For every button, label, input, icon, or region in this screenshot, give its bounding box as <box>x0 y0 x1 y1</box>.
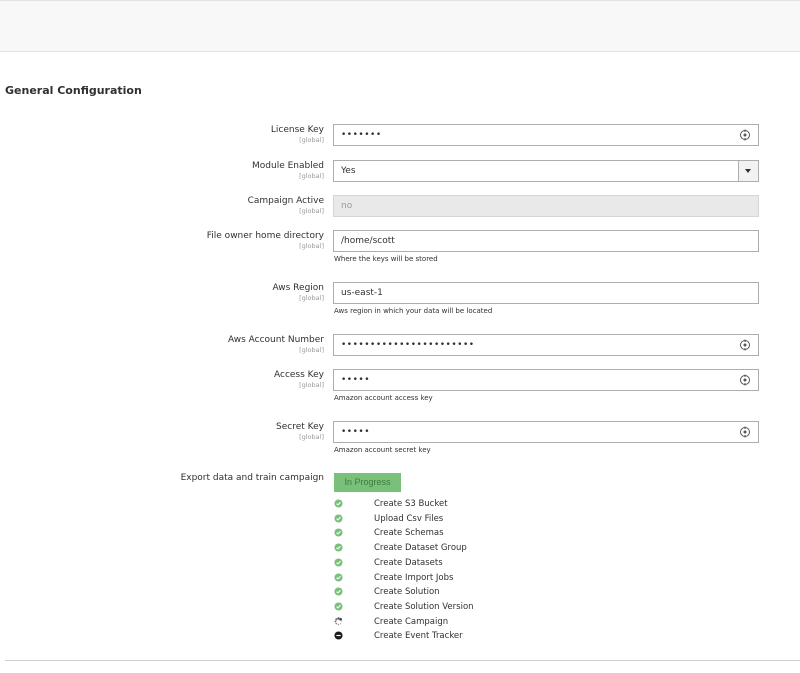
list-item: Create Solution Version <box>334 601 534 613</box>
section-title: General Configuration <box>5 84 142 97</box>
list-item: Upload Csv Files <box>334 513 534 525</box>
step-label: Create Dataset Group <box>374 543 467 554</box>
list-item: Create Event Tracker <box>334 630 534 642</box>
show-password-icon[interactable] <box>739 374 751 386</box>
campaign-active-label: Campaign Active [global] <box>247 196 324 215</box>
check-circle-icon <box>334 499 343 508</box>
step-label: Create Import Jobs <box>374 572 454 583</box>
list-item: Create Campaign <box>334 616 534 628</box>
access-key-label: Access Key [global] <box>274 370 324 389</box>
license-key-input[interactable]: ••••••• <box>333 124 759 146</box>
aws-account-input[interactable]: ••••••••••••••••••••••• <box>333 334 759 356</box>
secret-key-note: Amazon account secret key <box>334 446 431 454</box>
chevron-down-icon[interactable] <box>738 161 758 181</box>
list-item: Create Solution <box>334 586 534 598</box>
step-label: Create Event Tracker <box>374 631 463 642</box>
check-circle-icon <box>334 528 343 537</box>
section-divider <box>5 660 800 661</box>
check-circle-icon <box>334 602 343 611</box>
list-item: Create Dataset Group <box>334 542 534 554</box>
show-password-icon[interactable] <box>739 426 751 438</box>
home-dir-label: File owner home directory [global] <box>206 231 324 250</box>
list-item: Create Import Jobs <box>334 572 534 584</box>
page-header-bar <box>0 0 800 52</box>
secret-key-input[interactable]: ••••• <box>333 421 759 443</box>
check-circle-icon <box>334 572 343 582</box>
check-circle-icon <box>334 587 343 596</box>
step-label: Create Schemas <box>374 528 444 539</box>
aws-region-note: Aws region in which your data will be lo… <box>334 307 493 315</box>
step-label: Create Datasets <box>374 557 443 568</box>
step-label: Create S3 Bucket <box>374 499 448 509</box>
in-progress-button[interactable]: In Progress <box>334 473 401 492</box>
home-dir-input[interactable]: /home/scott <box>333 230 759 252</box>
access-key-note: Amazon account access key <box>334 394 433 402</box>
home-dir-note: Where the keys will be stored <box>334 255 438 263</box>
list-item: Create Schemas <box>334 527 534 539</box>
module-enabled-label: Module Enabled [global] <box>252 161 324 180</box>
check-circle-icon <box>334 558 343 567</box>
show-password-icon[interactable] <box>739 129 751 141</box>
list-item: Create S3 Bucket <box>334 498 534 510</box>
aws-region-input[interactable]: us-east-1 <box>333 282 759 304</box>
step-label: Create Campaign <box>374 616 449 627</box>
check-circle-icon <box>334 543 343 552</box>
access-key-input[interactable]: ••••• <box>333 369 759 391</box>
spinner-icon <box>334 616 343 625</box>
check-circle-icon <box>334 514 343 523</box>
minus-circle-icon <box>334 631 343 640</box>
list-item: Create Datasets <box>334 557 534 569</box>
step-label: Upload Csv Files <box>374 513 444 524</box>
step-label: Create Solution <box>374 587 440 598</box>
secret-key-label: Secret Key [global] <box>276 422 324 441</box>
step-label: Create Solution Version <box>374 601 474 612</box>
module-enabled-select[interactable]: Yes <box>333 160 759 182</box>
campaign-active-input: no <box>333 195 759 217</box>
license-key-label: License Key [global] <box>270 125 324 144</box>
show-password-icon[interactable] <box>739 339 751 351</box>
export-label: Export data and train campaign <box>180 473 324 483</box>
aws-region-label: Aws Region [global] <box>272 283 324 302</box>
aws-account-label: Aws Account Number [global] <box>227 335 324 354</box>
